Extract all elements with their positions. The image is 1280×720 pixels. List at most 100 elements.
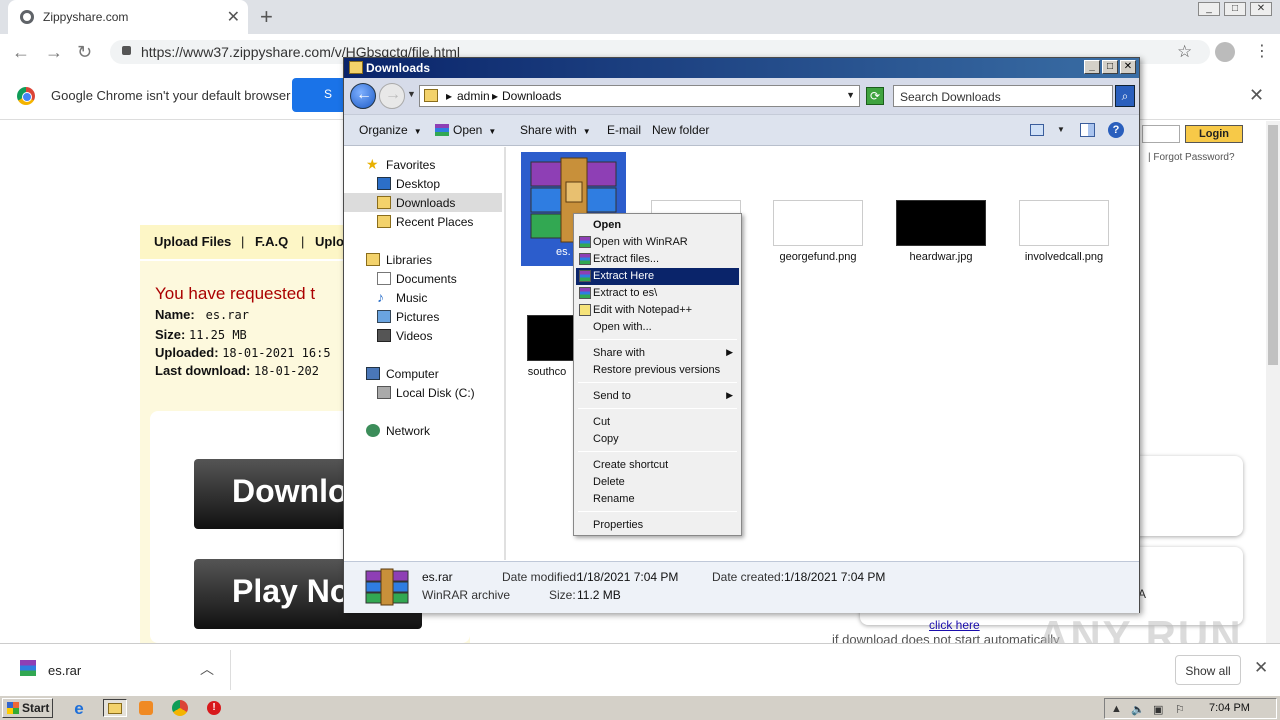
menu-item-extract-to[interactable]: Extract to es\ [576, 285, 739, 302]
nav-pane-splitter[interactable] [504, 147, 506, 560]
volume-icon[interactable]: 🔈 [1131, 703, 1145, 716]
chevron-up-icon[interactable]: ︿ [200, 659, 214, 679]
new-tab-button[interactable]: + [260, 4, 273, 30]
back-arrow-icon[interactable]: ← [12, 42, 30, 63]
open-button[interactable]: Open ▼ [435, 123, 496, 137]
menu-item-properties[interactable]: Properties [576, 517, 739, 534]
nav-pictures[interactable]: Pictures [344, 307, 502, 326]
show-all-button[interactable]: Show all [1175, 655, 1241, 685]
nav-network[interactable]: Network [344, 421, 502, 440]
start-button[interactable]: Start [2, 698, 53, 718]
nav-libraries[interactable]: Libraries [344, 250, 502, 269]
action-center-flag-icon[interactable]: ⚐ [1175, 703, 1185, 716]
nav-videos[interactable]: Videos [344, 326, 502, 345]
menu-item-share-with[interactable]: Share with ▶ [576, 345, 739, 362]
recent-pages-dropdown-icon[interactable]: ▼ [407, 89, 416, 99]
chrome-taskbar-icon[interactable] [170, 699, 192, 717]
menu-dots-icon[interactable]: ⋮ [1254, 41, 1270, 61]
maximize-button[interactable]: □ [1224, 2, 1246, 16]
menu-item-extract-here[interactable]: Extract Here [576, 268, 739, 285]
minimize-button[interactable]: _ [1198, 2, 1220, 16]
search-icon[interactable]: ⌕ [1115, 85, 1135, 107]
maximize-button[interactable]: □ [1102, 60, 1118, 74]
login-input[interactable] [1142, 125, 1180, 143]
winrar-icon [579, 253, 591, 265]
breadcrumb-arrow-icon[interactable]: ▸ [492, 89, 498, 103]
menu-item-open[interactable]: Open [576, 217, 739, 234]
menu-item-edit-notepad[interactable]: Edit with Notepad++ [576, 302, 739, 319]
menu-item-send-to[interactable]: Send to ▶ [576, 388, 739, 405]
network-tray-icon[interactable]: ▣ [1153, 703, 1163, 716]
file-name-heardwar[interactable]: heardwar.jpg [881, 251, 1001, 263]
tray-expand-icon[interactable]: ▲ [1111, 703, 1122, 715]
menu-item-copy[interactable]: Copy [576, 431, 739, 448]
refresh-icon[interactable]: ⟳ [866, 87, 884, 105]
download-item-name[interactable]: es.rar [48, 663, 81, 678]
profile-avatar[interactable] [1215, 42, 1235, 62]
breadcrumb-downloads[interactable]: Downloads [502, 89, 561, 103]
context-menu: Open Open with WinRAR Extract files... E… [573, 213, 742, 536]
view-dropdown-icon[interactable]: ▼ [1057, 125, 1065, 134]
browser-tab[interactable]: Zippyshare.com ✕ [8, 0, 248, 34]
menu-item-cut[interactable]: Cut [576, 414, 739, 431]
close-shelf-icon[interactable]: ✕ [1254, 658, 1268, 678]
close-infobar-icon[interactable]: ✕ [1249, 85, 1264, 106]
help-icon[interactable]: ? [1108, 122, 1124, 138]
file-thumbnail-involvedcall[interactable] [1019, 200, 1109, 246]
new-folder-button[interactable]: New folder [652, 123, 709, 137]
nav-computer[interactable]: Computer [344, 364, 502, 383]
scrollbar-thumb[interactable] [1268, 125, 1278, 365]
menu-item-create-shortcut[interactable]: Create shortcut [576, 457, 739, 474]
breadcrumb-arrow-icon[interactable]: ▸ [446, 89, 452, 103]
click-here-link[interactable]: click here [929, 618, 980, 632]
explorer-taskbar-icon[interactable] [103, 699, 127, 717]
search-input[interactable]: Search Downloads [893, 85, 1113, 107]
close-button[interactable]: ✕ [1120, 60, 1136, 74]
chevron-down-icon[interactable]: ▼ [846, 90, 855, 100]
menu-item-delete[interactable]: Delete [576, 474, 739, 491]
preview-pane-icon[interactable] [1080, 123, 1095, 137]
share-with-button[interactable]: Share with ▼ [520, 123, 591, 137]
back-button[interactable] [350, 83, 376, 109]
explorer-titlebar[interactable]: Downloads _ □ ✕ [344, 58, 1139, 78]
menu-item-open-with[interactable]: Open with... [576, 319, 739, 336]
menu-item-open-with-winrar[interactable]: Open with WinRAR [576, 234, 739, 251]
stop-icon[interactable]: ! [205, 699, 223, 717]
close-window-button[interactable]: ✕ [1250, 2, 1272, 16]
file-thumbnail-georgefund[interactable] [773, 200, 863, 246]
email-button[interactable]: E-mail [607, 123, 641, 137]
nav-desktop[interactable]: Desktop [344, 174, 502, 193]
forward-arrow-icon[interactable]: → [45, 42, 63, 63]
change-view-icon[interactable] [1030, 124, 1044, 136]
menu-item-rename[interactable]: Rename [576, 491, 739, 508]
nav-upload-files[interactable]: Upload Files [154, 234, 231, 249]
clock[interactable]: 7:04 PM [1209, 702, 1250, 714]
media-player-icon[interactable] [137, 699, 155, 717]
page-scrollbar[interactable] [1266, 121, 1280, 643]
menu-item-restore[interactable]: Restore previous versions [576, 362, 739, 379]
organize-button[interactable]: Organize ▼ [359, 123, 422, 137]
login-button[interactable]: Login [1185, 125, 1243, 143]
file-name-georgefund[interactable]: georgefund.png [758, 251, 878, 263]
nav-documents[interactable]: Documents [344, 269, 502, 288]
nav-favorites[interactable]: ★ Favorites [344, 155, 502, 174]
libraries-icon [366, 253, 380, 266]
nav-recent-places[interactable]: Recent Places [344, 212, 502, 231]
nav-upload[interactable]: Uplo [315, 234, 344, 249]
breadcrumb-admin[interactable]: admin [457, 89, 490, 103]
internet-explorer-icon[interactable]: e [70, 699, 88, 718]
nav-music[interactable]: ♪ Music [344, 288, 502, 307]
nav-downloads[interactable]: Downloads [344, 193, 502, 212]
address-path[interactable]: ▸ admin ▸ Downloads ▼ [419, 85, 860, 107]
nav-faq[interactable]: F.A.Q [255, 234, 288, 249]
forward-button[interactable] [379, 83, 405, 109]
forgot-password-link[interactable]: | Forgot Password? [1148, 152, 1235, 163]
reload-icon[interactable]: ↻ [77, 42, 92, 63]
close-tab-icon[interactable]: ✕ [227, 7, 240, 27]
minimize-button[interactable]: _ [1084, 60, 1100, 74]
menu-item-extract-files[interactable]: Extract files... [576, 251, 739, 268]
file-name-involvedcall[interactable]: involvedcall.png [1004, 251, 1124, 263]
file-thumbnail-heardwar[interactable] [896, 200, 986, 246]
nav-local-disk[interactable]: Local Disk (C:) [344, 383, 502, 402]
bookmark-star-icon[interactable]: ☆ [1177, 42, 1192, 62]
